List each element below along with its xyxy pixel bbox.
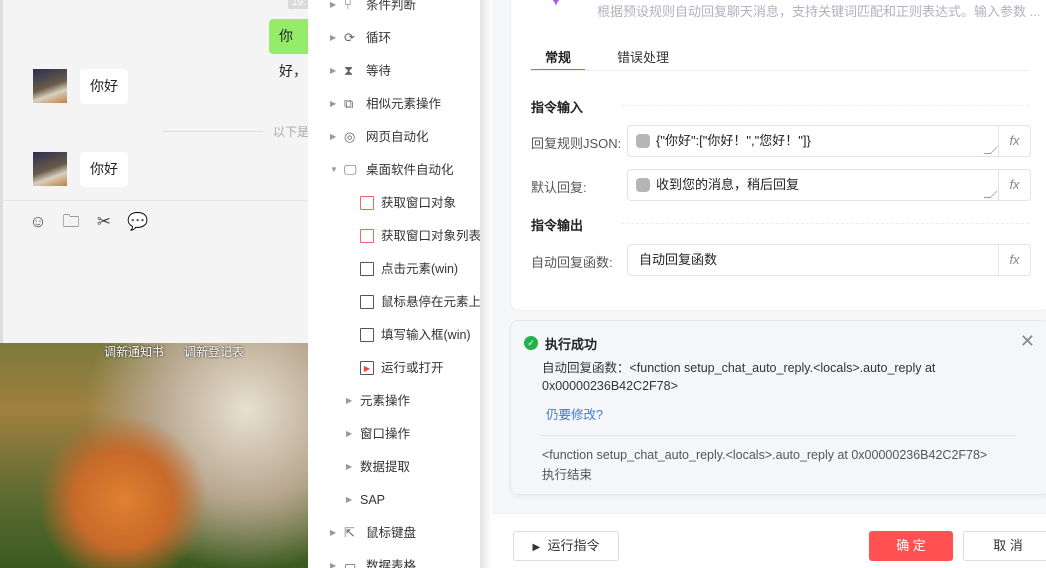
result-output: <function setup_chat_auto_reply.<locals>… <box>542 445 987 485</box>
resize-handle[interactable] <box>983 147 998 154</box>
command-panel: ✦ 根据预设规则自动回复聊天消息，支持关键词匹配和正则表达式。输入参数 ... … <box>492 0 1046 568</box>
run-command-button[interactable]: ▶ 运行指令 <box>513 531 619 561</box>
tree-group[interactable]: ▶ SAP <box>346 490 385 510</box>
tree-subitem[interactable]: 鼠标悬停在元素上( <box>360 292 480 312</box>
default-reply-value: 收到您的消息，稍后回复 <box>656 177 800 192</box>
output-line: <function setup_chat_auto_reply.<locals>… <box>542 448 988 462</box>
timestamp: 19: <box>288 0 308 9</box>
chat-window: 19: 你好， 你好 以下是新消息 你好 ☺ 🗀 ✂ 💬 <box>0 0 308 343</box>
resize-handle[interactable] <box>983 191 998 198</box>
result-notification: ✓ 执行成功 ✕ 自动回复函数：<function setup_chat_aut… <box>510 320 1046 495</box>
tree-subitem[interactable]: 获取窗口对象列表 <box>360 226 480 246</box>
cancel-button[interactable]: 取 消 <box>963 531 1046 561</box>
tree-item[interactable]: ▶ ⧉ 相似元素操作 <box>330 94 441 114</box>
click-icon <box>360 262 374 276</box>
sparkle-icon: ✦ <box>545 0 567 14</box>
func-value: 自动回复函数 <box>639 252 718 267</box>
monitor-icon: 🖵 <box>344 162 357 177</box>
hover-icon <box>360 295 374 309</box>
message-bubble: 你好 <box>80 69 128 104</box>
fx-button[interactable]: fx <box>998 126 1030 156</box>
confirm-button[interactable]: 确 定 <box>869 531 953 561</box>
chat-icon[interactable]: 💬 <box>127 212 148 232</box>
modify-link[interactable]: 仍要修改? <box>546 404 603 423</box>
tree-group[interactable]: ▶ 数据提取 <box>346 457 410 477</box>
result-text: 自动回复函数：<function setup_chat_auto_reply.<… <box>542 361 936 393</box>
section-divider <box>621 105 1029 106</box>
rules-value: {"你好":["你好！","您好！"]} <box>656 133 811 148</box>
tree-item[interactable]: ▶ ⟳ 循环 <box>330 28 391 48</box>
fx-button[interactable]: fx <box>998 170 1030 200</box>
scissors-icon[interactable]: ✂ <box>94 212 114 232</box>
divider <box>163 131 263 132</box>
input-section-title: 指令输入 <box>531 100 584 115</box>
command-tree: ▶ ⑂ 条件判断 ▶ ⟳ 循环 ▶ ⧗ 等待 ▶ ⧉ 相似元素操作 ▶ ◎ 网页自动化 ▼ 🖵 桌面软件… <box>308 0 480 568</box>
branch-icon: ⑂ <box>344 0 352 12</box>
rules-label: 回复规则JSON: <box>531 136 622 151</box>
loop-icon: ⟳ <box>344 30 355 45</box>
play-icon: ▶ <box>532 542 541 553</box>
desktop-icon[interactable]: 调新通知书 <box>104 343 164 360</box>
tab-general[interactable]: 常规 <box>531 47 585 71</box>
cursor-icon: ⇱ <box>344 525 355 540</box>
folder-icon[interactable]: 🗀 <box>61 212 81 232</box>
table-icon: ▭ <box>344 558 357 568</box>
func-label: 自动回复函数: <box>531 255 613 270</box>
tree-subitem[interactable]: 填写输入框(win) <box>360 325 471 345</box>
play-icon: ▶ <box>360 361 374 375</box>
window-icon <box>360 196 374 210</box>
run-label: 运行指令 <box>547 538 600 553</box>
tree-subitem[interactable]: ▶ 运行或打开 <box>360 358 444 378</box>
tree-subitem[interactable]: 获取窗口对象 <box>360 193 456 213</box>
default-reply-label: 默认回复: <box>531 180 587 195</box>
tree-subitem[interactable]: 点击元素(win) <box>360 259 458 279</box>
tree-group[interactable]: ▶ 窗口操作 <box>346 424 410 444</box>
my-message: 你好， <box>269 19 308 79</box>
rules-json-input[interactable]: {"你好":["你好！","您好！"]} fx <box>627 125 1031 157</box>
tree-item[interactable]: ▶ ⑂ 条件判断 <box>330 0 416 15</box>
panel-shadow <box>480 0 492 568</box>
form-card: ✦ 根据预设规则自动回复聊天消息，支持关键词匹配和正则表达式。输入参数 ... … <box>510 0 1046 311</box>
emoji-icon[interactable]: ☺ <box>28 212 48 232</box>
chrome-icon: ◎ <box>344 129 356 144</box>
python-icon <box>636 134 650 148</box>
avatar[interactable] <box>33 152 67 186</box>
footer: ▶ 运行指令 确 定 取 消 <box>492 513 1046 568</box>
close-icon[interactable]: ✕ <box>1020 331 1035 352</box>
avatar[interactable] <box>33 69 67 103</box>
tab-underline <box>531 70 1029 71</box>
desktop-wallpaper: 调新通知书 调新登记表 <box>0 343 308 568</box>
result-title: 执行成功 <box>545 337 598 352</box>
new-messages-divider: 以下是新消息 <box>273 125 308 139</box>
default-reply-input[interactable]: 收到您的消息，稍后回复 fx <box>627 169 1031 201</box>
tree-group[interactable]: ▶ 元素操作 <box>346 391 410 411</box>
output-section-title: 指令输出 <box>531 218 584 233</box>
tab-error-handling[interactable]: 错误处理 <box>617 47 669 71</box>
copy-icon: ⧉ <box>344 96 354 111</box>
message-bubble: 你好 <box>80 152 128 187</box>
tree-item[interactable]: ▶ ▭ 数据表格 <box>330 556 416 568</box>
edit-icon <box>360 328 374 342</box>
desktop-icon[interactable]: 调新登记表 <box>184 343 244 360</box>
check-circle-icon: ✓ <box>524 336 538 350</box>
python-icon <box>636 178 650 192</box>
divider <box>542 435 1016 436</box>
window-list-icon <box>360 229 374 243</box>
output-end: 执行结束 <box>542 468 593 482</box>
hourglass-icon: ⧗ <box>344 63 354 78</box>
tree-item-expanded[interactable]: ▼ 🖵 桌面软件自动化 <box>330 160 454 180</box>
chat-toolbar: ☺ 🗀 ✂ 💬 <box>3 200 308 240</box>
command-description: 根据预设规则自动回复聊天消息，支持关键词匹配和正则表达式。输入参数 ... <box>597 4 1041 19</box>
tree-item[interactable]: ▶ ⧗ 等待 <box>330 61 391 81</box>
fx-button[interactable]: fx <box>998 245 1030 275</box>
tree-item[interactable]: ▶ ◎ 网页自动化 <box>330 127 429 147</box>
func-output-input[interactable]: 自动回复函数 fx <box>627 244 1031 276</box>
tree-item[interactable]: ▶ ⇱ 鼠标键盘 <box>330 523 416 543</box>
section-divider <box>621 223 1029 224</box>
